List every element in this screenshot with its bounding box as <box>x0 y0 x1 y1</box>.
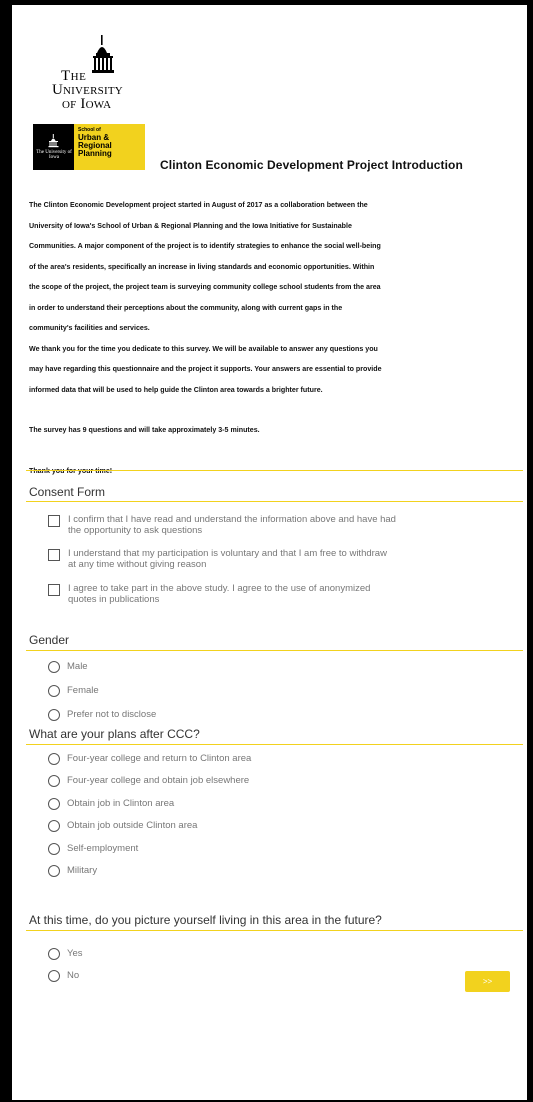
intro-line: community's facilities and services. <box>29 324 150 332</box>
intro-line: informed data that will be used to help … <box>29 385 323 394</box>
divider-line <box>26 930 523 931</box>
intro-line: in order to understand their perceptions… <box>29 303 343 312</box>
plans-option-label: Self-employment <box>67 842 139 854</box>
consent-checkbox[interactable] <box>48 515 60 527</box>
plans-option-label: Obtain job outside Clinton area <box>67 820 198 832</box>
gender-radio[interactable] <box>48 709 60 721</box>
consent-option-label: I agree to take part in the above study.… <box>68 583 371 594</box>
divider-line <box>26 744 523 745</box>
intro-line: The Clinton Economic Development project… <box>29 201 368 209</box>
surp-logo-mini-text: The University of Iowa <box>36 150 72 160</box>
consent-title: Consent Form <box>29 485 106 499</box>
gender-option-label: Female <box>67 685 99 696</box>
plans-option-label: Military <box>67 865 98 876</box>
survey-title: Clinton Economic Development Project Int… <box>160 158 463 172</box>
survey-page: The University of Iowa The University of… <box>12 5 527 1100</box>
gender-radio[interactable] <box>48 661 60 673</box>
intro-line: Communities. A major component of the pr… <box>29 242 381 250</box>
future-option-label: Yes <box>67 948 83 959</box>
consent-option-label: I understand that my participation is vo… <box>68 548 387 559</box>
old-capitol-icon <box>92 35 114 73</box>
future-option-label: No <box>67 970 80 981</box>
plans-radio[interactable] <box>48 753 60 765</box>
intro-line: University of Iowa's School of Urban & R… <box>29 221 352 230</box>
survey-duration-text: The survey has 9 questions and will take… <box>29 426 260 434</box>
gender-option-label: Male <box>67 661 88 672</box>
future-radio[interactable] <box>48 970 60 982</box>
intro-line: may have regarding this questionnaire an… <box>29 365 382 373</box>
plans-option-label: Four-year college and return to Clinton … <box>67 753 252 764</box>
plans-option-label: Four-year college and obtain job elsewhe… <box>67 775 250 787</box>
next-button[interactable]: >> <box>465 971 510 992</box>
surp-logo-yellow-panel: School of Urban & Regional Planning <box>74 124 145 170</box>
consent-checkbox[interactable] <box>48 549 60 561</box>
plans-radio[interactable] <box>48 865 60 877</box>
plans-title: What are your plans after CCC? <box>29 727 200 741</box>
plans-radio[interactable] <box>48 820 60 833</box>
logo-line-of-iowa: of Iowa <box>62 96 112 112</box>
divider-line <box>26 501 523 502</box>
intro-text: The Clinton Economic Development project… <box>29 195 523 481</box>
consent-option-label: the opportunity to ask questions <box>68 525 203 536</box>
university-of-iowa-logo: The University of Iowa <box>32 35 132 115</box>
urban-regional-planning-logo: The University of Iowa School of Urban &… <box>33 124 145 170</box>
plans-option-label: Obtain job in Clinton area <box>67 797 175 809</box>
divider-line <box>26 470 523 471</box>
gender-option-label: Prefer not to disclose <box>67 709 157 720</box>
plans-radio[interactable] <box>48 842 60 855</box>
intro-line: We thank you for the time you dedicate t… <box>29 344 378 353</box>
plans-radio[interactable] <box>48 797 60 810</box>
surp-logo-black-panel: The University of Iowa <box>33 124 74 170</box>
future-title: At this time, do you picture yourself li… <box>29 913 382 927</box>
intro-line: of the area's residents, specifically an… <box>29 262 375 271</box>
consent-checkbox[interactable] <box>48 584 60 596</box>
consent-option-label: I confirm that I have read and understan… <box>68 514 396 525</box>
surp-logo-name: Urban & Regional Planning <box>78 133 112 158</box>
consent-option-label: quotes in publications <box>68 594 160 605</box>
future-radio[interactable] <box>48 948 60 960</box>
old-capitol-mini-icon <box>48 134 59 148</box>
divider-line <box>26 650 523 651</box>
consent-option-label: at any time without giving reason <box>68 559 207 570</box>
gender-radio[interactable] <box>48 685 60 697</box>
intro-line: the scope of the project, the project te… <box>29 283 381 291</box>
plans-radio[interactable] <box>48 775 60 788</box>
gender-title: Gender <box>29 633 70 647</box>
